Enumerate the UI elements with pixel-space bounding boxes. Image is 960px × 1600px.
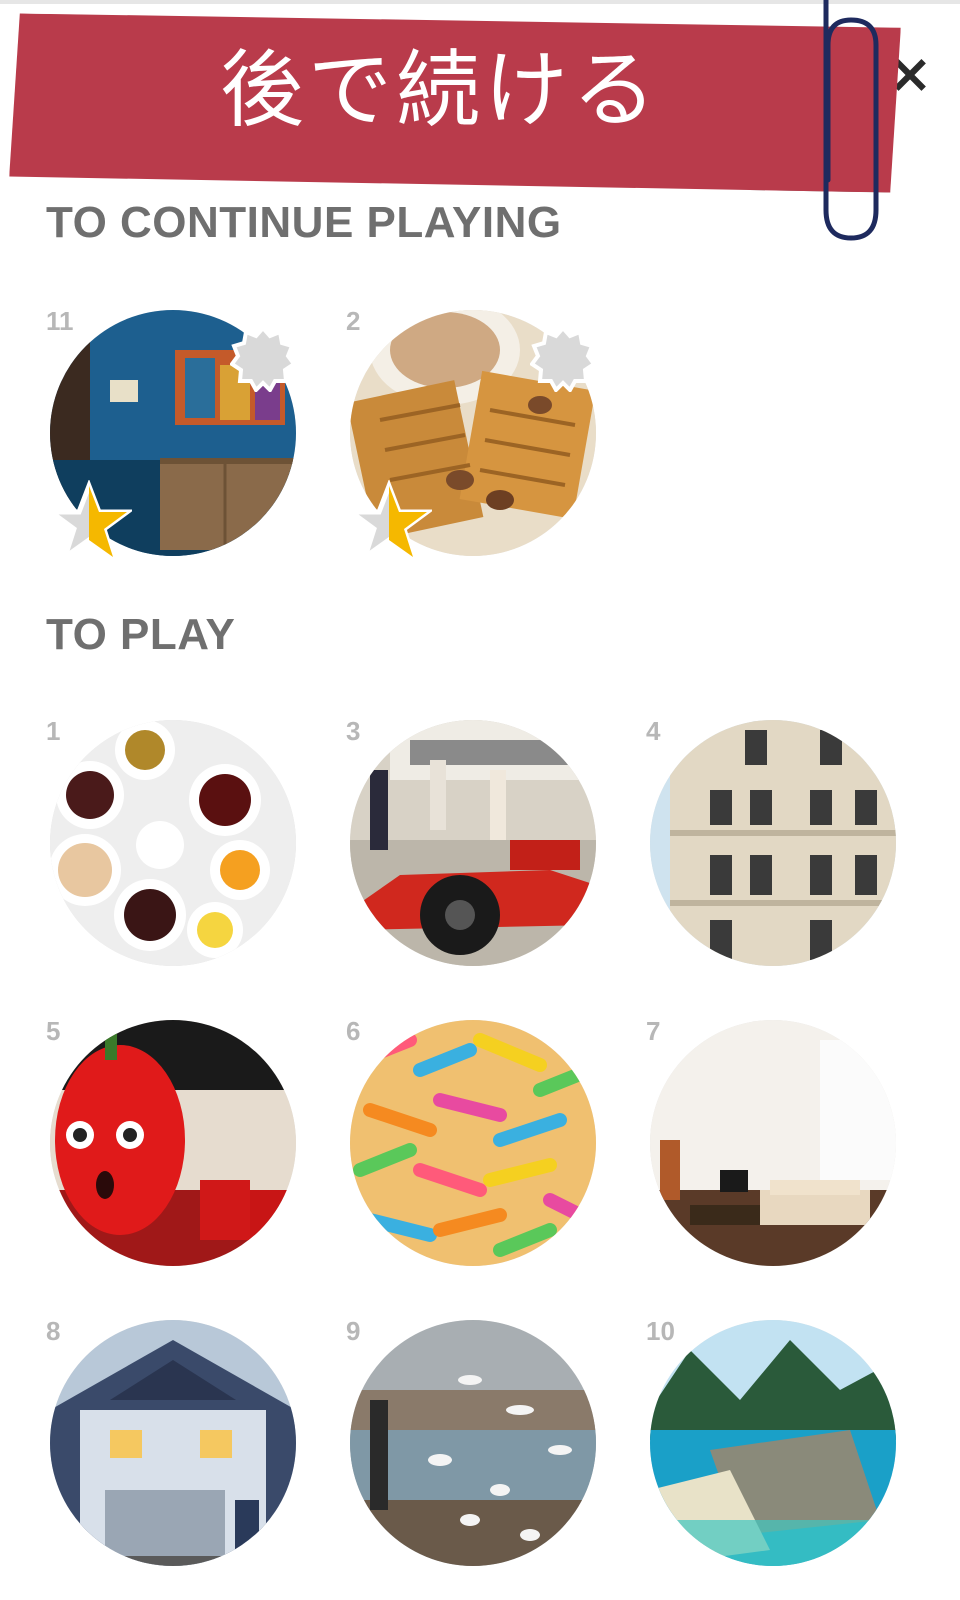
level-number: 7 [646, 1016, 661, 1046]
level-number: 6 [346, 1016, 361, 1046]
level-tile-2[interactable]: 2 [346, 306, 606, 566]
level-image-red-pepper-face [50, 1020, 296, 1266]
section-title-continue: TO CONTINUE PLAYING [46, 198, 562, 247]
level-number: 2 [346, 306, 361, 336]
section-title-play: TO PLAY [46, 610, 236, 659]
star-rating-icon [346, 480, 432, 564]
level-tile-10[interactable]: 10 [646, 1316, 906, 1576]
level-tile-11[interactable]: 11 [46, 306, 306, 566]
level-image-gummy-worms [350, 1020, 596, 1266]
level-number: 4 [646, 716, 661, 746]
level-image-house [50, 1320, 296, 1566]
banner-title: 後で続ける [219, 41, 660, 139]
level-number: 10 [646, 1316, 675, 1346]
level-tile-3[interactable]: 3 [346, 716, 606, 976]
level-number: 8 [46, 1316, 61, 1346]
level-tile-4[interactable]: 4 [646, 716, 906, 976]
star-rating-icon [46, 480, 132, 564]
level-image-birds-harbor [350, 1320, 596, 1566]
level-image-race-car [350, 720, 596, 966]
seal-icon [530, 326, 596, 392]
level-image-white-living-room [650, 1020, 896, 1266]
seal-icon [230, 326, 296, 392]
level-image-tea-cups [50, 720, 296, 966]
level-number: 9 [346, 1316, 361, 1346]
level-tile-7[interactable]: 7 [646, 1016, 906, 1276]
level-tile-8[interactable]: 8 [46, 1316, 306, 1576]
level-number: 11 [46, 306, 74, 336]
level-tile-5[interactable]: 5 [46, 1016, 306, 1276]
level-image-tropical-island [650, 1320, 896, 1566]
level-number: 1 [46, 716, 61, 746]
level-select-screen: × 後で続ける TO CONTINUE PLAYING 11 2 TO PLAY… [0, 0, 960, 1600]
level-image-building [650, 720, 896, 966]
level-number: 5 [46, 1016, 61, 1046]
level-tile-1[interactable]: 1 [46, 716, 306, 976]
level-tile-6[interactable]: 6 [346, 1016, 606, 1276]
paperclip-icon [823, 0, 879, 241]
level-number: 3 [346, 716, 361, 746]
level-tile-9[interactable]: 9 [346, 1316, 606, 1576]
